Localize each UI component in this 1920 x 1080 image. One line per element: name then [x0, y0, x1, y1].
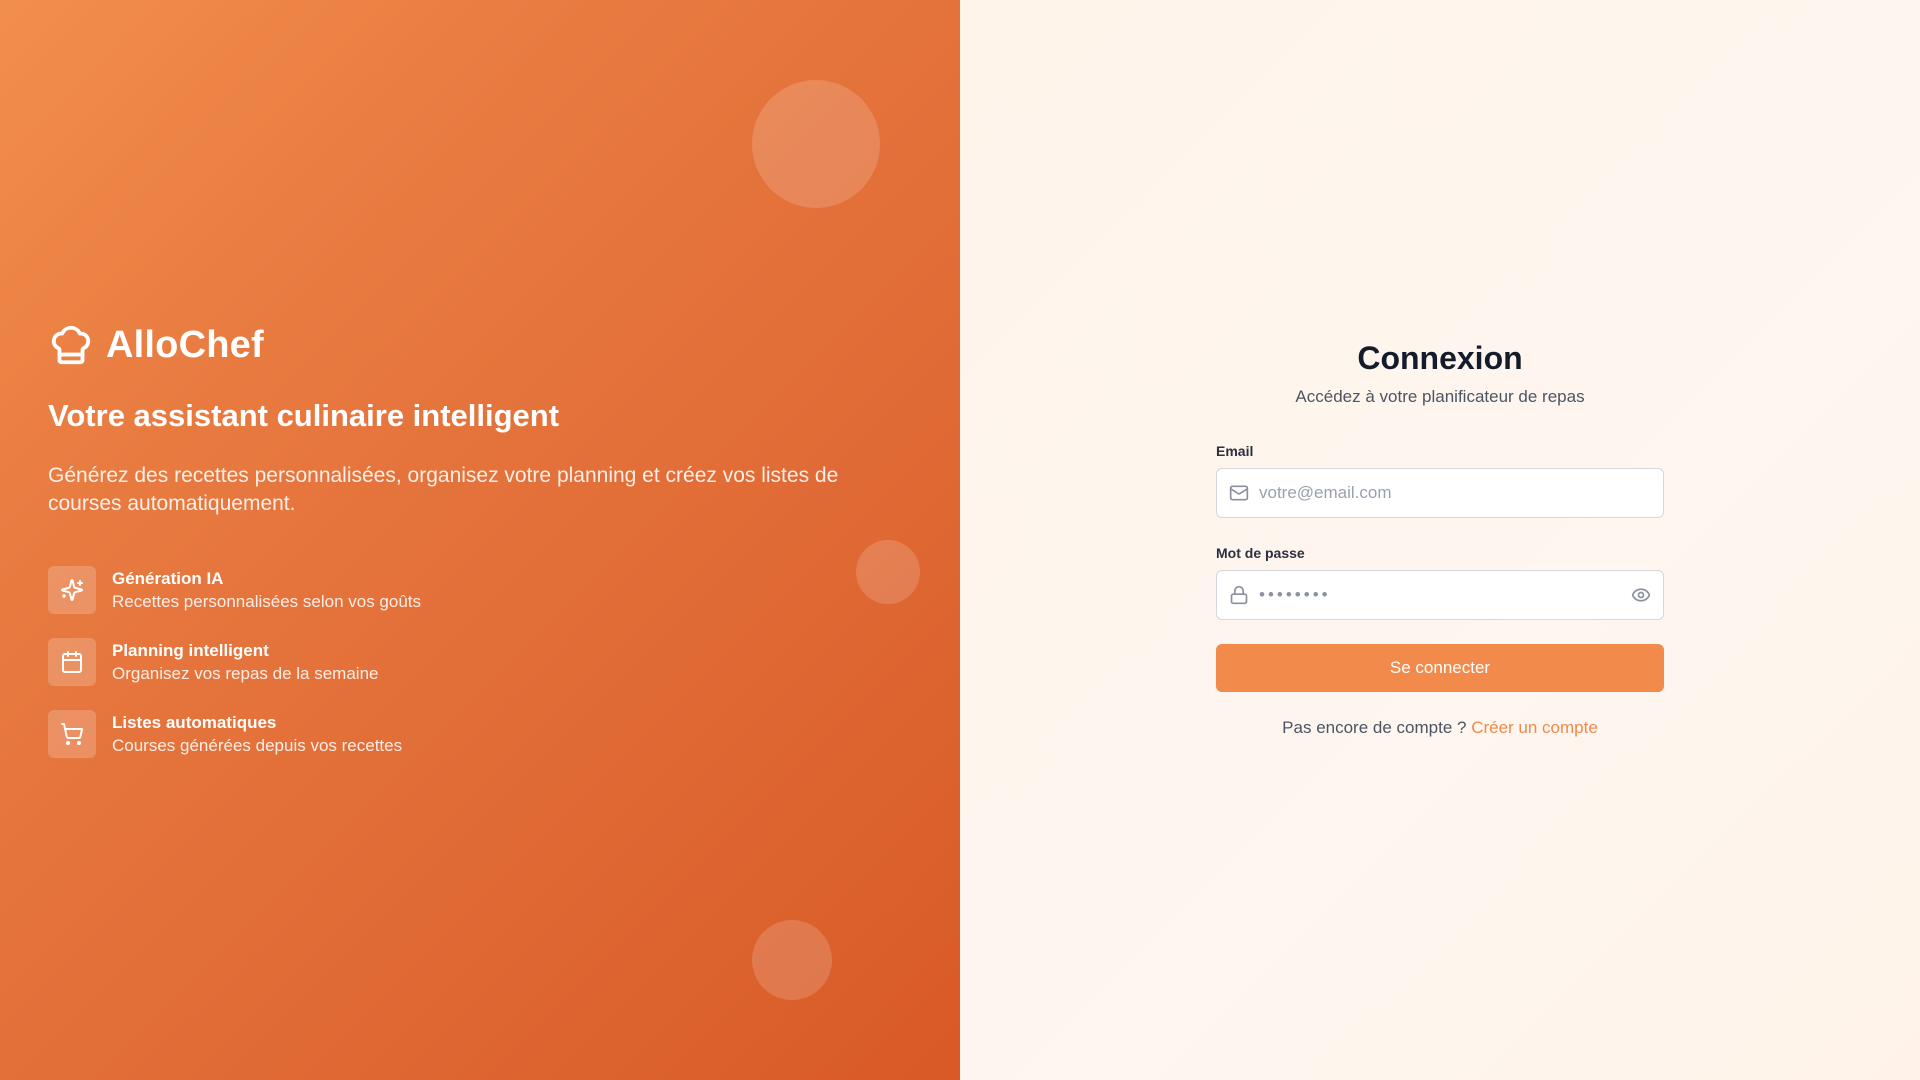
hero-description: Générez des recettes personnalisées, org…	[48, 464, 839, 515]
feature-smart-planning: Planning intelligent Organisez vos repas…	[48, 638, 378, 686]
create-account-link[interactable]: Créer un compte	[1471, 718, 1598, 737]
feature-ai-generation: Génération IA Recettes personnalisées se…	[48, 566, 421, 614]
login-form: Connexion Accédez à votre planificateur …	[1216, 338, 1664, 737]
password-label: Mot de passe	[1216, 545, 1305, 561]
signup-prompt-text: Pas encore de compte ?	[1282, 718, 1467, 737]
email-field-wrapper[interactable]	[1216, 468, 1664, 518]
feature-title: Listes automatiques	[112, 713, 277, 732]
eye-icon[interactable]	[1631, 585, 1651, 605]
decorative-circle	[752, 80, 880, 208]
calendar-icon	[62, 651, 82, 673]
chef-hat-icon	[51, 325, 91, 365]
email-input[interactable]	[1257, 469, 1621, 517]
feature-title: Génération IA	[112, 569, 224, 588]
feature-subtitle: Courses générées depuis vos recettes	[112, 736, 403, 755]
password-input[interactable]	[1257, 571, 1621, 619]
feature-icon-box	[48, 710, 96, 758]
decorative-circle	[752, 920, 832, 1000]
feature-subtitle: Organisez vos repas de la semaine	[112, 664, 379, 683]
lock-icon	[1230, 585, 1248, 605]
page-title: Connexion	[1357, 340, 1523, 376]
feature-title: Planning intelligent	[112, 641, 269, 660]
login-panel: Connexion Accédez à votre planificateur …	[960, 0, 1920, 1080]
hero-tagline: Votre assistant culinaire intelligent	[48, 398, 560, 433]
page-subtitle: Accédez à votre planificateur de repas	[1295, 387, 1585, 406]
feature-auto-lists: Listes automatiques Courses générées dep…	[48, 710, 402, 758]
hero-panel: AlloChef Votre assistant culinaire intel…	[0, 0, 960, 1080]
login-button[interactable]: Se connecter	[1216, 644, 1664, 692]
brand-name: AlloChef	[106, 323, 264, 366]
decorative-circle	[856, 540, 920, 604]
signup-prompt: Pas encore de compte ? Créer un compte	[1216, 718, 1664, 738]
feature-subtitle: Recettes personnalisées selon vos goûts	[112, 592, 422, 611]
password-field-wrapper[interactable]	[1216, 570, 1664, 620]
email-label: Email	[1216, 443, 1254, 459]
sparkles-icon	[61, 578, 84, 602]
brand-logo: AlloChef	[48, 322, 264, 368]
shopping-cart-icon	[61, 723, 84, 745]
feature-icon-box	[48, 566, 96, 614]
mail-icon	[1229, 485, 1249, 501]
feature-icon-box	[48, 638, 96, 686]
